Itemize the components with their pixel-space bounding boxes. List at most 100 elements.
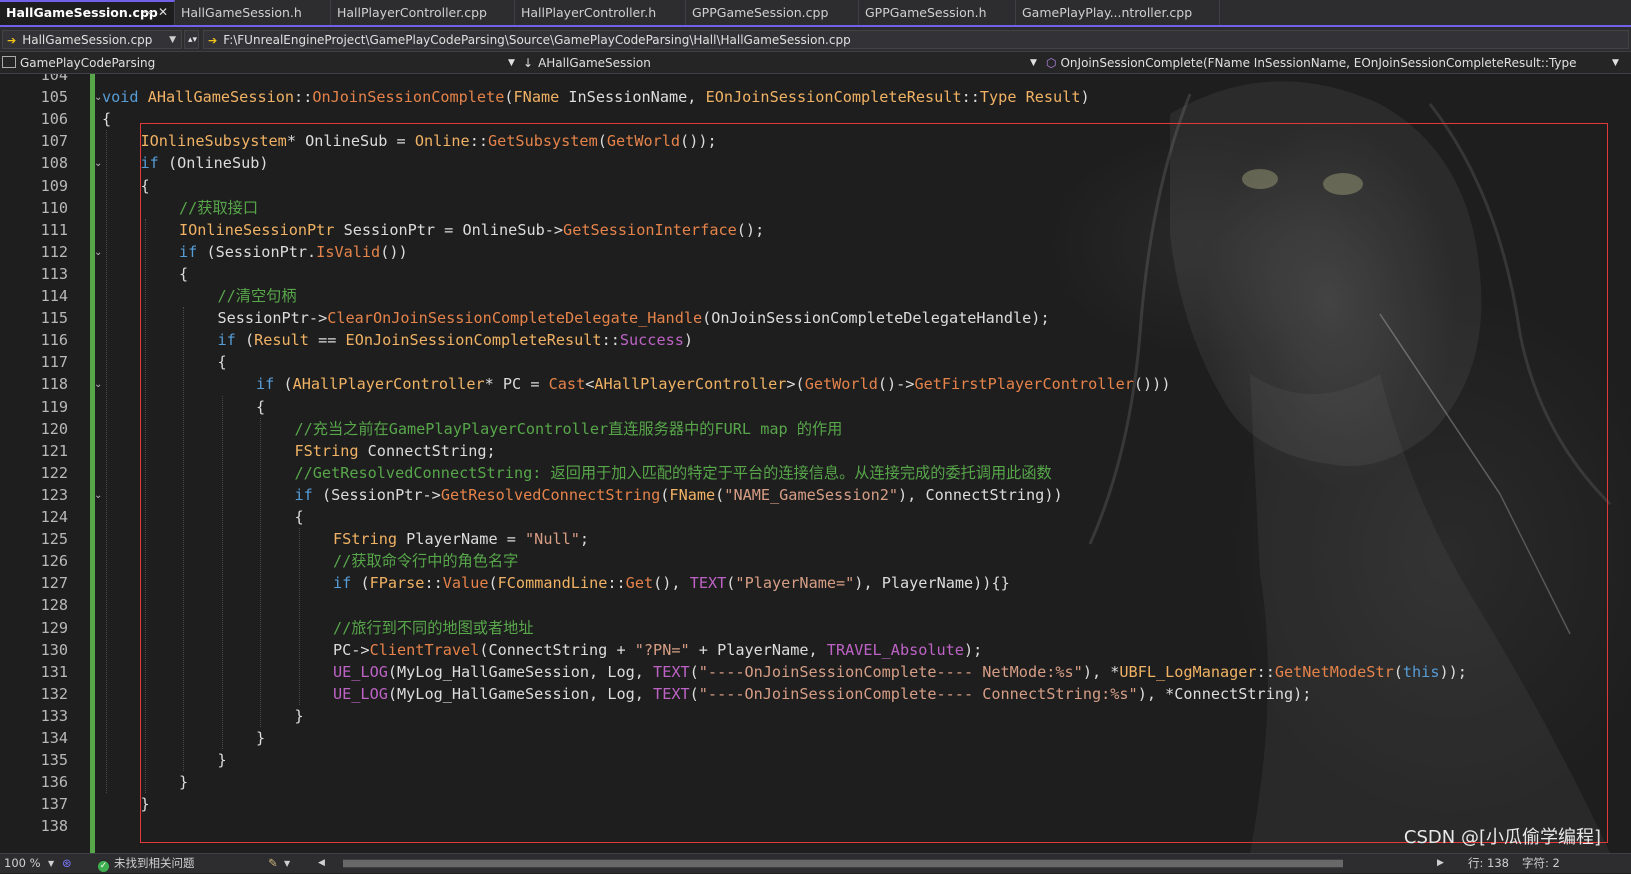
code-line[interactable]: } — [295, 705, 304, 728]
tab-hallplayercontroller-cpp[interactable]: HallPlayerController.cpp — [331, 0, 515, 25]
fold-chevron-icon[interactable]: ⌄ — [94, 241, 104, 264]
scroll-left-icon[interactable]: ◀ — [318, 854, 325, 874]
file-dropdown[interactable]: ➔ HallGameSession.cpp ▼ — [2, 30, 182, 49]
code-line[interactable]: //旅行到不同的地图或者地址 — [333, 617, 534, 640]
code-token: if — [333, 574, 352, 593]
tab-hallplayercontroller-h[interactable]: HallPlayerController.h — [515, 0, 686, 25]
tab-gppgamesession-cpp[interactable]: GPPGameSession.cpp — [686, 0, 859, 25]
code-line[interactable]: if (SessionPtr->GetResolvedConnectString… — [295, 484, 1063, 507]
scroll-right-icon[interactable]: ▶ — [1437, 854, 1444, 874]
code-token: this — [1402, 662, 1440, 681]
code-line[interactable]: FString PlayerName = "Null"; — [333, 528, 589, 551]
horizontal-scrollbar[interactable] — [343, 859, 1343, 868]
status-bar: 100 % ▼ ⊛ ✓ 未找到相关问题 ✎ ▼ ◀ ▶ 行: 138 字符: 2 — [0, 853, 1631, 873]
code-token: ); — [963, 640, 983, 659]
scrollbar-thumb[interactable] — [343, 860, 1343, 867]
code-line[interactable]: } — [179, 771, 188, 794]
code-token: FName — [513, 88, 560, 107]
code-line[interactable]: if (SessionPtr.IsValid()) — [179, 241, 408, 264]
zoom-level[interactable]: 100 % — [4, 854, 41, 874]
code-token: Cast — [548, 375, 586, 394]
code-token: OnJoinSessionComplete — [312, 88, 505, 107]
code-line[interactable]: { — [295, 506, 304, 529]
code-line[interactable]: void AHallGameSession::OnJoinSessionComp… — [102, 86, 1090, 109]
class-scope-dropdown[interactable]: ↓ AHallGameSession — [523, 54, 1038, 72]
member-dropdown[interactable]: ⬡ OnJoinSessionComplete(FName InSessionNa… — [1046, 54, 1606, 72]
line-number: 130 — [40, 640, 68, 659]
code-line[interactable]: //GetResolvedConnectString: 返回用于加入匹配的特定于… — [295, 462, 1052, 485]
code-line[interactable]: if (FParse::Value(FCommandLine::Get(), T… — [333, 572, 1010, 595]
tab-gameplayplayercontroller-cpp[interactable]: GamePlayPlay...ntroller.cpp — [1016, 0, 1220, 25]
code-line[interactable]: { — [141, 175, 150, 198]
fold-chevron-icon[interactable]: ⌄ — [94, 152, 104, 175]
code-line[interactable]: IOnlineSubsystem* OnlineSub = Online::Ge… — [141, 130, 717, 153]
code-line[interactable]: { — [179, 263, 188, 286]
code-token: SessionPtr-> — [217, 309, 328, 328]
code-line[interactable]: } — [218, 749, 227, 772]
tab-hallgamesession-h[interactable]: HallGameSession.h — [175, 0, 331, 25]
brush-icon[interactable]: ✎ — [268, 854, 278, 874]
code-line[interactable]: } — [141, 793, 150, 816]
code-line[interactable]: if (OnlineSub) — [141, 152, 269, 175]
code-token: GetSubsystem — [488, 132, 598, 151]
document-tab-strip: HallGameSession.cpp ⊸ ✕ HallGameSession.… — [0, 0, 1631, 27]
code-token: >( — [786, 375, 805, 394]
close-icon[interactable]: ✕ — [158, 2, 168, 23]
chevron-down-icon[interactable]: ▼ — [48, 854, 54, 874]
file-spinner[interactable]: ▴▾ — [184, 30, 199, 49]
code-token: PC-> — [333, 640, 370, 659]
chevron-down-icon[interactable]: ▼ — [284, 854, 290, 874]
code-token: FString — [333, 530, 398, 549]
code-token: if — [256, 375, 275, 394]
fold-chevron-icon[interactable]: ⌄ — [94, 484, 104, 507]
line-position[interactable]: 行: 138 — [1468, 854, 1509, 874]
code-line[interactable]: //获取接口 — [179, 197, 258, 220]
code-line[interactable]: SessionPtr->ClearOnJoinSessionCompleteDe… — [218, 307, 1050, 330]
tab-hallgamesession-cpp[interactable]: HallGameSession.cpp ⊸ ✕ — [0, 0, 175, 25]
code-token: { — [179, 264, 189, 283]
code-line[interactable]: { — [102, 108, 111, 131]
code-token: TEXT — [653, 662, 690, 681]
code-line[interactable]: PC->ClientTravel(ConnectString + "?PN=" … — [333, 639, 982, 662]
code-line[interactable]: //清空句柄 — [218, 285, 297, 308]
full-path-field[interactable]: ➔ F:\FUnrealEngineProject\GamePlayCodePar… — [203, 30, 1629, 49]
fold-chevron-icon[interactable]: ⌄ — [94, 373, 104, 396]
code-token: + PlayerName, — [689, 640, 827, 659]
code-token: } — [294, 706, 304, 725]
line-number: 133 — [40, 706, 68, 725]
code-line[interactable]: //获取命令行中的角色名字 — [333, 550, 518, 573]
code-token: SessionPtr = OnlineSub-> — [334, 220, 564, 239]
code-token: UBFL_LogManager — [1119, 662, 1257, 681]
code-token: Get — [625, 574, 654, 593]
code-line[interactable]: //充当之前在GamePlayPlayerController直连服务器中的FU… — [295, 418, 843, 441]
code-token: TEXT — [653, 684, 690, 703]
code-token: { — [294, 508, 304, 526]
code-line[interactable]: if (AHallPlayerController* PC = Cast<AHa… — [256, 373, 1170, 396]
code-line[interactable]: FString ConnectString; — [295, 440, 496, 463]
tab-gppgamesession-h[interactable]: GPPGameSession.h — [859, 0, 1016, 25]
project-dropdown[interactable]: GamePlayCodeParsing — [2, 54, 517, 72]
code-line[interactable]: } — [256, 727, 265, 750]
code-editor[interactable]: 104 105 ⌄ 106 107 108 ⌄ 109 110 111 112 ⌄ 113 114 115 1… — [0, 74, 1631, 853]
code-line[interactable]: IOnlineSessionPtr SessionPtr = OnlineSub… — [179, 219, 764, 242]
line-number: 107 — [40, 132, 68, 151]
code-line[interactable]: { — [218, 351, 227, 374]
code-line[interactable]: UE_LOG(MyLog_HallGameSession, Log, TEXT(… — [333, 683, 1311, 706]
issues-indicator[interactable]: ✓ 未找到相关问题 — [98, 854, 195, 874]
health-icon[interactable]: ⊛ — [62, 854, 72, 874]
code-line[interactable]: UE_LOG(MyLog_HallGameSession, Log, TEXT(… — [333, 661, 1467, 684]
code-line[interactable]: if (Result == EOnJoinSessionCompleteResu… — [218, 329, 694, 352]
column-position[interactable]: 字符: 2 — [1522, 854, 1560, 874]
code-token: :: — [601, 331, 620, 350]
code-token: (); — [736, 220, 765, 239]
line-number: 137 — [40, 795, 68, 814]
line-number: 104 — [40, 74, 68, 84]
code-token: FString — [294, 441, 359, 460]
code-token: ) — [1080, 88, 1090, 107]
pin-icon[interactable]: ⊸ — [143, 2, 152, 23]
code-token: ( — [715, 485, 725, 504]
code-token: Value — [442, 574, 489, 593]
chevron-down-icon: ▼ — [169, 35, 176, 45]
code-line[interactable]: { — [256, 396, 265, 419]
change-tracking-bar — [90, 74, 95, 853]
